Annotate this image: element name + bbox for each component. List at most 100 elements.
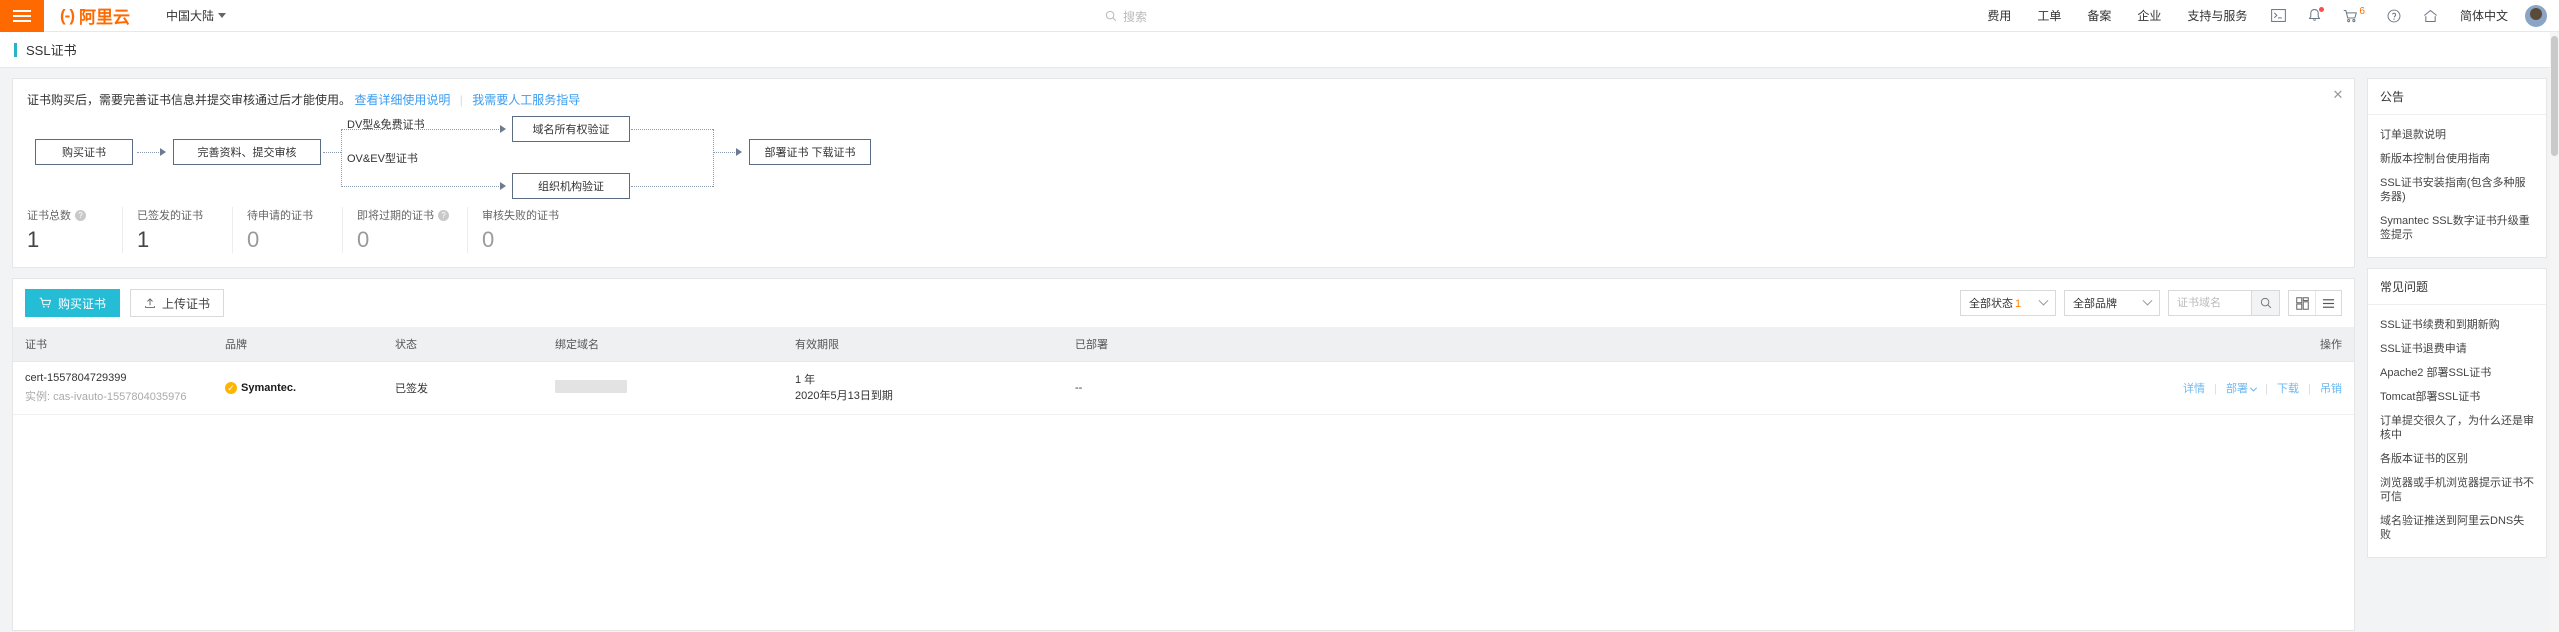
announcements-list: 订单退款说明 新版本控制台使用指南 SSL证书安装指南(包含多种服务器) Sym… (2368, 115, 2546, 257)
region-selector[interactable]: 中国大陆 (166, 7, 226, 24)
nav-enterprise[interactable]: 企业 (2124, 0, 2174, 32)
flow-branch-line (341, 129, 342, 187)
console-icon[interactable] (2260, 0, 2297, 32)
action-detail[interactable]: 详情 (2183, 383, 2205, 395)
faq-item-3[interactable]: Tomcat部署SSL证书 (2380, 385, 2534, 409)
search-input[interactable] (2169, 291, 2251, 315)
certificate-name: cert-1557804729399 (25, 372, 127, 384)
top-header: (-) 阿里云 中国大陆 搜索 费用 工单 备案 企业 支持与服务 6 简体中文 (0, 0, 2559, 32)
status-filter-label-wrap: 全部状态 1 (1969, 295, 2021, 311)
action-separator: | (2308, 383, 2311, 395)
action-download[interactable]: 下载 (2277, 383, 2299, 395)
cell-validity: 1 年 2020年5月13日到期 (783, 361, 1063, 415)
stat-expiring-label-row: 即将过期的证书 ? (357, 207, 449, 223)
header-right-group: 费用 工单 备案 企业 支持与服务 6 简体中文 (1974, 0, 2559, 32)
cell-spacer (1243, 361, 2172, 415)
stat-issued-value: 1 (137, 227, 150, 252)
chevron-down-icon (2038, 295, 2049, 306)
chevron-down-icon (218, 13, 226, 18)
cell-brand: ✓ Symantec. (213, 361, 383, 415)
menu-toggle-icon[interactable] (0, 0, 44, 32)
cart-count-badge: 6 (2359, 5, 2365, 17)
help-icon[interactable]: ? (75, 209, 86, 221)
grid-view-icon[interactable] (2289, 291, 2315, 315)
notice-link-support[interactable]: 我需要人工服务指导 (472, 93, 580, 107)
status-filter-select[interactable]: 全部状态 1 (1960, 290, 2056, 316)
help-icon[interactable] (2376, 0, 2412, 32)
announcement-item-1[interactable]: 新版本控制台使用指南 (2380, 147, 2534, 171)
flow-arrowhead-dv (500, 125, 506, 133)
flow-box-submit: 完善资料、提交审核 (173, 139, 321, 165)
faq-item-4[interactable]: 订单提交很久了，为什么还是审核中 (2380, 409, 2534, 447)
flow-box-buy: 购买证书 (35, 139, 133, 165)
list-view-icon[interactable] (2315, 291, 2341, 315)
col-status: 状态 (383, 327, 543, 362)
action-separator: | (2214, 383, 2217, 395)
home-icon[interactable] (2412, 0, 2449, 32)
faq-item-2[interactable]: Apache2 部署SSL证书 (2380, 361, 2534, 385)
cell-certificate: cert-1557804729399 实例: cas-ivauto-155780… (13, 361, 213, 415)
avatar[interactable] (2525, 4, 2547, 27)
stat-issued: 已签发的证书 1 (123, 207, 233, 253)
brand-filter-select[interactable]: 全部品牌 (2064, 290, 2160, 316)
faq-item-1[interactable]: SSL证书退费申请 (2380, 337, 2534, 361)
stat-issued-label: 已签发的证书 (137, 210, 203, 222)
certificates-table-card: 证书 品牌 状态 绑定域名 有效期限 已部署 操作 cert-155780472… (12, 327, 2355, 631)
region-label: 中国大陆 (165, 9, 214, 23)
col-actions: 操作 (2171, 327, 2354, 362)
cart-icon[interactable]: 6 (2332, 0, 2376, 32)
flow-merge-line (713, 129, 714, 187)
stat-expiring-label: 即将过期的证书 (357, 210, 434, 222)
table-header-row: 证书 品牌 状态 绑定域名 有效期限 已部署 操作 (13, 327, 2354, 362)
search-button[interactable] (2251, 291, 2279, 315)
nav-tickets[interactable]: 工单 (2024, 0, 2074, 32)
col-certificate: 证书 (13, 327, 213, 362)
nav-fees[interactable]: 费用 (1974, 0, 2024, 32)
nav-support[interactable]: 支持与服务 (2174, 0, 2260, 32)
col-validity: 有效期限 (783, 327, 1063, 362)
faq-item-0[interactable]: SSL证书续费和到期新购 (2380, 313, 2534, 337)
language-selector[interactable]: 简体中文 (2449, 7, 2519, 24)
faq-item-7[interactable]: 域名验证推送到阿里云DNS失败 (2380, 509, 2534, 547)
header-search-placeholder: 搜索 (1123, 9, 1148, 24)
action-revoke[interactable]: 吊销 (2320, 383, 2342, 395)
close-icon[interactable]: ✕ (2332, 88, 2344, 101)
flow-arrow-dv (341, 129, 501, 130)
page-scrollbar-thumb[interactable] (2551, 36, 2558, 156)
symantec-brand: ✓ Symantec. (225, 382, 296, 394)
domain-redacted (555, 380, 627, 393)
check-icon: ✓ (225, 382, 237, 394)
stat-expiring: 即将过期的证书 ? 0 (343, 207, 468, 253)
flow-arrow-merge-top (631, 129, 713, 130)
announcement-item-2[interactable]: SSL证书安装指南(包含多种服务器) (2380, 171, 2534, 209)
faq-item-6[interactable]: 浏览器或手机浏览器提示证书不可信 (2380, 471, 2534, 509)
flow-arrow-2 (323, 152, 341, 153)
stats-row: 证书总数 ? 1 已签发的证书 1 待申请的证书 0 即将过期的证书 ? 0 审… (13, 197, 2354, 267)
help-icon[interactable]: ? (438, 209, 449, 221)
bell-icon[interactable] (2297, 0, 2332, 32)
action-separator: | (2265, 383, 2268, 395)
stat-pending-label: 待申请的证书 (247, 210, 313, 222)
stat-failed-label: 审核失败的证书 (482, 210, 559, 222)
search-icon (2260, 297, 2271, 309)
upload-certificate-button[interactable]: 上传证书 (130, 289, 225, 317)
stat-total: 证书总数 ? 1 (13, 207, 123, 253)
faq-item-5[interactable]: 各版本证书的区别 (2380, 447, 2534, 471)
announcement-item-3[interactable]: Symantec SSL数字证书升级重签提示 (2380, 209, 2534, 247)
action-deploy[interactable]: 部署 (2226, 383, 2258, 395)
validity-years: 1 年 (795, 374, 816, 386)
table-row[interactable]: cert-1557804729399 实例: cas-ivauto-155780… (13, 361, 2354, 415)
certificate-search[interactable] (2168, 290, 2280, 316)
notice-link-detail[interactable]: 查看详细使用说明 (354, 93, 450, 107)
cell-status: 已签发 (383, 361, 543, 415)
buy-certificate-button[interactable]: 购买证书 (25, 289, 121, 317)
aliyun-logo[interactable]: (-) 阿里云 (60, 3, 130, 28)
nav-icp[interactable]: 备案 (2074, 0, 2124, 32)
flow-arrowhead-ov (500, 182, 506, 190)
view-toggle-group (2288, 290, 2342, 316)
status-filter-label: 全部状态 (1969, 298, 2013, 310)
announcement-item-0[interactable]: 订单退款说明 (2380, 123, 2534, 147)
stat-issued-label-row: 已签发的证书 (137, 207, 214, 223)
upload-certificate-label: 上传证书 (162, 296, 211, 311)
header-search[interactable]: 搜索 (1105, 6, 1355, 26)
